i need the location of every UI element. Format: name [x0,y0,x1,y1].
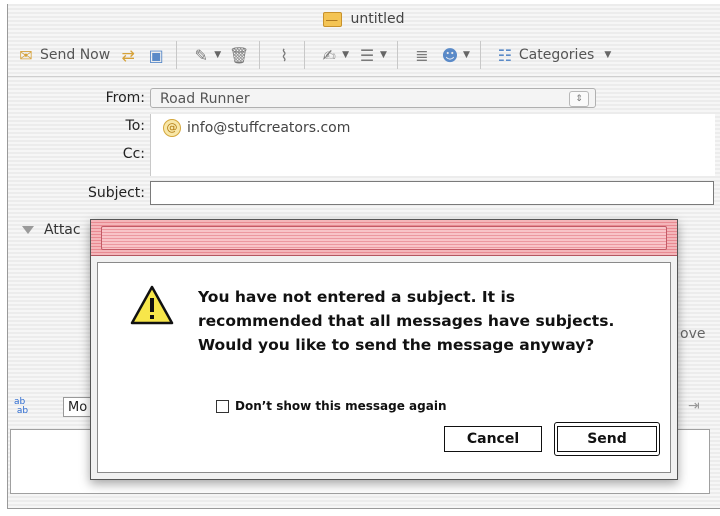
categories-icon: ☷ [497,45,513,65]
dont-show-again-checkbox[interactable] [216,399,229,413]
spelling-icon[interactable]: ab ab [14,398,36,418]
delete-icon: 🗑 [228,45,250,65]
updown-arrows-icon: ⇕ [569,91,589,107]
send-later-button[interactable]: ⇄ [118,40,138,70]
font-select[interactable]: Mo [63,397,93,417]
save-draft-button[interactable]: ▣ [146,40,166,70]
send-now-label: Send Now [40,47,111,63]
recipients-field[interactable]: @ info@stuffcreators.com [150,114,715,176]
toolbar-separator [304,41,306,69]
dialog-titlebar-stripes [101,226,667,250]
cancel-button[interactable]: Cancel [444,426,542,452]
categories-button[interactable]: ☷ Categories ▼ [495,40,612,70]
disclosure-triangle-icon [22,226,34,234]
from-label: From: [105,90,145,106]
contacts-button[interactable]: ☻ ▼ [440,40,470,70]
delete-button[interactable]: 🗑 [229,40,249,70]
chevron-down-icon: ▼ [462,50,470,60]
chevron-down-icon: ▼ [214,50,222,60]
missing-subject-dialog: You have not entered a subject. It is re… [90,219,678,480]
chevron-down-icon: ▼ [380,50,387,60]
from-value: Road Runner [160,91,250,107]
send-now-icon: ✉ [19,45,33,65]
priority-button[interactable]: ≣ [412,40,432,70]
priority-icon: ≣ [415,45,429,65]
from-account-select[interactable]: Road Runner ⇕ [150,88,596,108]
draft-envelope-icon [323,11,343,27]
contacts-icon: ☻ [441,45,459,65]
signature-button[interactable]: ✍ ▼ [319,40,349,70]
email-address-icon: @ [163,119,181,137]
to-label: To: [125,118,145,134]
window-titlebar[interactable]: untitled [8,4,720,34]
dialog-content: You have not entered a subject. It is re… [97,262,671,473]
recipient-token[interactable]: @ info@stuffcreators.com [163,119,350,137]
send-button[interactable]: Send [557,426,657,452]
attach-icon: ✎ [194,45,208,65]
categories-label: Categories [518,47,595,63]
chevron-down-icon: ▼ [342,50,350,60]
warning-icon [130,285,174,325]
attachments-disclosure[interactable]: Attac [22,222,81,238]
toolbar-separator [176,41,178,69]
subject-label: Subject: [87,185,145,201]
attach-menu-button[interactable]: ✎ ▼ [191,40,222,70]
send-now-button[interactable]: ✉ Send Now [16,40,110,70]
dialog-message: You have not entered a subject. It is re… [198,288,615,354]
save-icon: ▣ [148,45,164,65]
to-address: info@stuffcreators.com [187,120,351,136]
signature-icon: ✍ [322,45,336,65]
subject-input[interactable] [150,181,714,205]
dont-show-again-label: Don’t show this message again [235,399,447,413]
send-later-icon: ⇄ [121,45,135,65]
window-title: untitled [350,11,405,27]
toolbar-separator [396,41,398,69]
add-attachment-button[interactable]: ⌇ [274,40,294,70]
cc-label: Cc: [122,146,145,162]
toolbar-separator [259,41,261,69]
remove-button-partial[interactable]: ove [680,326,705,342]
chevron-down-icon: ▼ [604,50,612,60]
indent-icon[interactable]: ⇥ [688,398,708,416]
toolbar-separator [479,41,481,69]
paperclip-icon: ⌇ [280,45,289,65]
compose-toolbar: ✉ Send Now ⇄ ▣ ✎ ▼ 🗑 ⌇ ✍ ▼ ☰ ▼ ≣ ☻ ▼ ☷ C… [8,34,720,77]
dialog-titlebar [91,220,677,256]
list-icon: ☰ [359,45,375,65]
dont-show-again-option[interactable]: Don’t show this message again [216,399,447,413]
attachments-label: Attac [44,222,81,238]
options-button[interactable]: ☰ ▼ [357,40,387,70]
